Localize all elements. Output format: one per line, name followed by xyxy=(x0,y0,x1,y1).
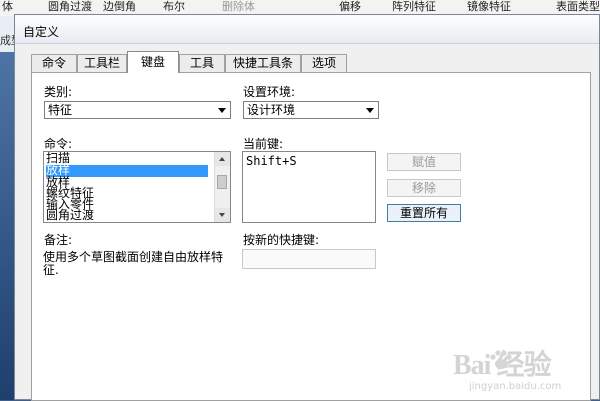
category-dropdown[interactable]: 特征 xyxy=(44,101,231,119)
commands-scrollbar[interactable] xyxy=(214,152,230,222)
dropdown-arrow-icon xyxy=(218,108,226,113)
paw-icon xyxy=(490,350,512,369)
bg-toolbar-item: 阵列特征 xyxy=(392,0,436,13)
tab-commands[interactable]: 命令 xyxy=(31,54,77,72)
tab-keyboard[interactable]: 键盘 xyxy=(127,51,179,73)
category-value: 特征 xyxy=(48,103,73,117)
tab-toolbars[interactable]: 工具栏 xyxy=(77,54,127,72)
new-hotkey-label: 按新的快捷键: xyxy=(243,233,320,247)
scroll-up-button[interactable] xyxy=(215,152,230,166)
dialog-titlebar[interactable]: 自定义 xyxy=(15,15,599,44)
tab-options[interactable]: 选项 xyxy=(301,54,347,72)
bg-toolbar-item: 删除体 xyxy=(222,0,255,13)
list-item[interactable]: 扫描 xyxy=(46,152,208,165)
tab-tools[interactable]: 工具 xyxy=(179,54,225,72)
category-label: 类别: xyxy=(44,85,73,99)
assign-button[interactable]: 赋值 xyxy=(387,153,461,171)
environment-dropdown[interactable]: 设计环境 xyxy=(243,101,379,119)
new-hotkey-input[interactable] xyxy=(242,249,376,269)
watermark-url: jingyan.baidu.com xyxy=(469,381,562,392)
tab-quick-toolbar[interactable]: 快捷工具条 xyxy=(225,54,301,72)
remove-button[interactable]: 移除 xyxy=(387,179,461,197)
bg-toolbar-item: 镜像特征 xyxy=(467,0,511,13)
current-keys-listbox[interactable]: Shift+S xyxy=(242,151,376,223)
bg-toolbar-item: 边倒角 xyxy=(103,0,136,13)
bg-toolbar-item: 偏移 xyxy=(339,0,361,13)
dialog-title: 自定义 xyxy=(23,25,60,39)
commands-listbox[interactable]: 扫描 放样 放样 螺纹特征 输入零件 圆角过渡 xyxy=(43,151,231,223)
scroll-down-button[interactable] xyxy=(215,208,230,222)
command-description: 使用多个草图截面创建自由放样特征. xyxy=(43,250,224,277)
note-label: 备注: xyxy=(44,233,73,247)
current-key-entry[interactable]: Shift+S xyxy=(246,154,297,168)
current-keys-label: 当前键: xyxy=(243,137,284,151)
environment-value: 设计环境 xyxy=(247,103,296,117)
commands-label: 命令: xyxy=(44,137,73,151)
watermark: Bai 经验 jingyan.baidu.com xyxy=(445,341,595,399)
dropdown-arrow-icon xyxy=(366,108,374,113)
bg-toolbar-item: 表面类型 xyxy=(556,0,600,13)
scroll-thumb[interactable] xyxy=(217,175,227,189)
list-item[interactable]: 圆角过渡 xyxy=(46,209,208,222)
list-item-selected[interactable]: 放样 xyxy=(46,164,208,177)
reset-all-button[interactable]: 重置所有 xyxy=(387,204,461,222)
chevron-down-icon xyxy=(219,213,225,217)
bg-toolbar-item: 布尔 xyxy=(163,0,185,13)
bg-toolbar-item: 圆角过渡 xyxy=(48,0,92,13)
chevron-up-icon xyxy=(219,157,225,161)
environment-label: 设置环境: xyxy=(243,85,296,99)
bg-toolbar-item: 体 xyxy=(2,0,13,13)
